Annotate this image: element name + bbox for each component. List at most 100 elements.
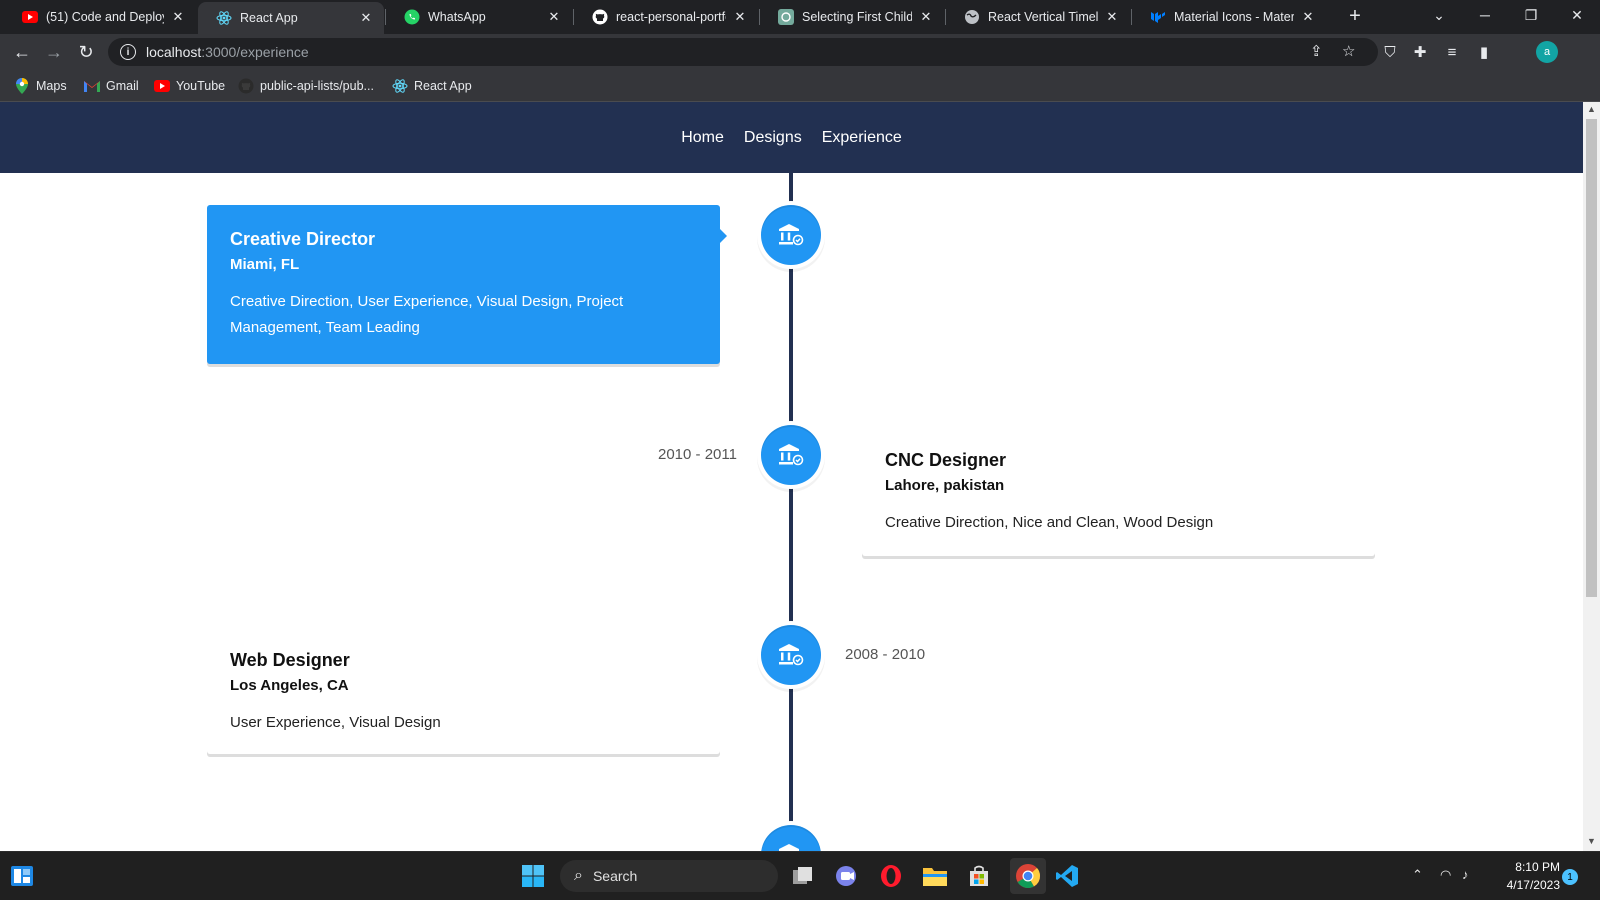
bank-shield-icon [779, 444, 804, 466]
timeline-card-creative-director: Creative Director Miami, FL Creative Dir… [207, 205, 727, 364]
opera-icon[interactable] [878, 863, 904, 889]
browser-toolbar: ← → ↻ i localhost:3000/experience ⇪ ☆ ⛉ … [0, 34, 1600, 70]
notification-badge[interactable]: 1 [1562, 869, 1578, 885]
taskbar-search[interactable]: ⌕ Search [560, 860, 778, 892]
close-icon[interactable]: ✕ [732, 9, 748, 25]
tab-chatgpt[interactable]: Selecting First Child Ele ✕ [760, 0, 944, 34]
teams-chat-icon[interactable] [834, 863, 860, 889]
job-description: User Experience, Visual Design [230, 714, 441, 731]
tab-title: React App [240, 11, 298, 25]
tab-title: React Vertical Timeline [988, 10, 1098, 24]
bookmark-public-api-lists[interactable]: public-api-lists/pub... [238, 76, 374, 96]
job-description: Creative Direction, Nice and Clean, Wood… [885, 514, 1214, 531]
site-navbar: Home Designs Experience [0, 102, 1583, 173]
bank-shield-icon [779, 224, 804, 246]
address-path: :3000/experience [201, 44, 309, 60]
back-button[interactable]: ← [10, 40, 34, 64]
tab-title: react-personal-portfolio [616, 10, 726, 24]
nav-link-designs[interactable]: Designs [744, 129, 802, 147]
job-title: Creative Director [230, 229, 376, 249]
tab-separator [573, 9, 574, 25]
volume-icon[interactable]: ♪ [1462, 867, 1469, 882]
github-icon [238, 78, 254, 94]
timeline-card-cnc-designer: CNC Designer Lahore, pakistan Creative D… [862, 426, 1375, 556]
bookmark-label: public-api-lists/pub... [260, 79, 374, 93]
widgets-icon[interactable] [9, 863, 35, 889]
microsoft-store-icon[interactable] [966, 863, 992, 889]
media-queue-icon[interactable]: ≡ [1442, 42, 1462, 62]
search-label: Search [592, 868, 638, 884]
mui-icon [1150, 9, 1166, 25]
github-icon [592, 9, 608, 25]
bank-shield-icon [779, 844, 799, 851]
shield-extension-icon[interactable]: ⛉ [1380, 42, 1400, 62]
bookmark-star-icon[interactable]: ☆ [1342, 42, 1355, 60]
site-info-icon[interactable]: i [120, 44, 136, 60]
wifi-icon[interactable]: ◠ [1440, 867, 1451, 883]
nav-link-experience[interactable]: Experience [822, 129, 902, 147]
close-icon[interactable]: ✕ [1300, 9, 1316, 25]
gmail-icon [84, 78, 100, 94]
tab-react-app[interactable]: React App ✕ [198, 2, 384, 34]
address-bar[interactable]: i localhost:3000/experience [108, 38, 1378, 66]
tray-overflow-chevron-icon[interactable]: ⌃ [1412, 867, 1423, 883]
job-description: Creative Direction, User Experience, Vis… [230, 293, 624, 336]
tab-whatsapp[interactable]: WhatsApp ✕ [386, 0, 572, 34]
bookmarks-bar: Maps Gmail YouTube public-api-lists/pub.… [0, 70, 1600, 102]
profile-avatar[interactable]: a [1536, 41, 1558, 63]
chatgpt-icon [778, 9, 794, 25]
bookmark-youtube[interactable]: YouTube [154, 76, 225, 96]
task-view-icon[interactable] [790, 863, 816, 889]
scrollbar-thumb[interactable] [1586, 119, 1597, 597]
tab-github[interactable]: react-personal-portfolio ✕ [574, 0, 758, 34]
bookmark-gmail[interactable]: Gmail [84, 76, 139, 96]
maps-icon [14, 78, 30, 94]
close-icon[interactable]: ✕ [170, 9, 186, 25]
tab-title: WhatsApp [428, 10, 486, 24]
vscode-icon[interactable] [1054, 863, 1080, 889]
file-explorer-icon[interactable] [922, 863, 948, 889]
bookmark-label: Maps [36, 79, 67, 93]
react-icon [216, 10, 232, 26]
close-window-button[interactable]: ✕ [1554, 0, 1600, 30]
job-title: CNC Designer [885, 450, 1007, 470]
close-icon[interactable]: ✕ [358, 10, 374, 26]
chrome-icon[interactable] [1010, 858, 1046, 894]
scroll-up-arrow-icon[interactable]: ▲ [1587, 104, 1596, 114]
globe-icon [964, 9, 980, 25]
tab-youtube[interactable]: (51) Code and Deploy A ✕ [4, 0, 196, 34]
clock-date: 4/17/2023 [1506, 878, 1560, 892]
search-icon: ⌕ [574, 867, 583, 884]
forward-button[interactable]: → [42, 40, 66, 64]
close-icon[interactable]: ✕ [1104, 9, 1120, 25]
page-scrollbar[interactable]: ▲ ▼ [1583, 102, 1600, 851]
new-tab-button[interactable]: + [1344, 6, 1366, 28]
restore-button[interactable]: ❐ [1508, 0, 1554, 30]
timeline-date: 2010 - 2011 [658, 446, 737, 463]
side-panel-icon[interactable]: ▮ [1474, 42, 1494, 62]
tab-title: Material Icons - Materia [1174, 10, 1294, 24]
tab-search-chevron-icon[interactable]: ⌄ [1416, 0, 1462, 30]
nav-link-home[interactable]: Home [681, 129, 724, 147]
windows-start-icon[interactable] [520, 863, 546, 889]
bookmark-react-app[interactable]: React App [392, 76, 472, 96]
minimize-button[interactable]: ─ [1462, 0, 1508, 30]
tab-material-icons[interactable]: Material Icons - Materia ✕ [1132, 0, 1326, 34]
system-clock[interactable]: 8:10 PM 4/17/2023 [1488, 858, 1560, 894]
bank-shield-icon [779, 644, 804, 666]
timeline-icon [761, 425, 821, 485]
share-icon[interactable]: ⇪ [1310, 42, 1323, 60]
reload-button[interactable]: ↻ [74, 40, 98, 64]
close-icon[interactable]: ✕ [918, 9, 934, 25]
timeline-icon [761, 205, 821, 265]
job-location: Lahore, pakistan [885, 477, 1005, 494]
scroll-down-arrow-icon[interactable]: ▼ [1587, 836, 1596, 846]
extensions-puzzle-icon[interactable]: ✚ [1410, 42, 1430, 62]
close-icon[interactable]: ✕ [546, 9, 562, 25]
tab-react-vertical-timeline[interactable]: React Vertical Timeline ✕ [946, 0, 1130, 34]
bookmark-maps[interactable]: Maps [14, 76, 67, 96]
bookmark-label: YouTube [176, 79, 226, 93]
job-location: Los Angeles, CA [230, 677, 349, 694]
page-viewport: Home Designs Experience Creative Directo… [0, 102, 1583, 851]
youtube-icon [22, 9, 38, 25]
